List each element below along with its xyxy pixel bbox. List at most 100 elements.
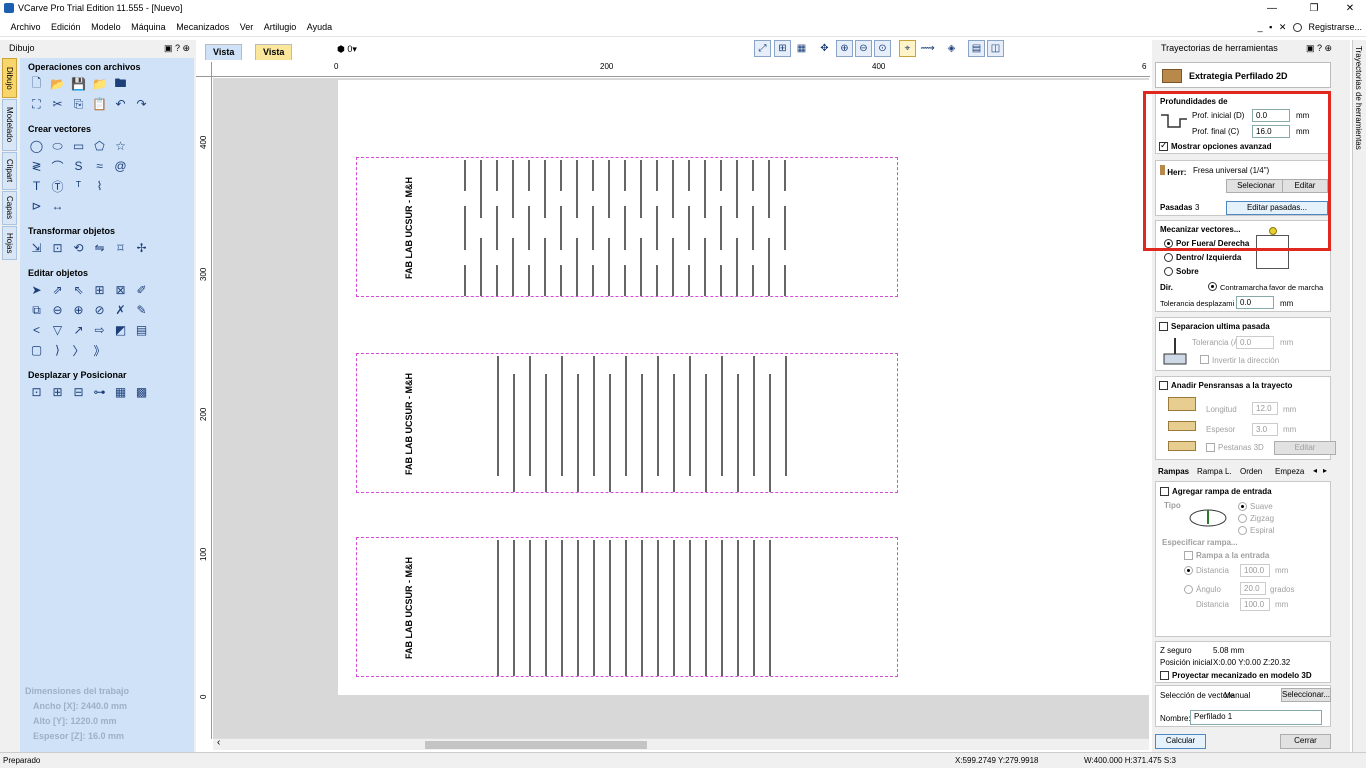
transform-select-icon[interactable]: ⇖ [70,282,87,298]
scrollbar-thumb[interactable] [425,741,647,749]
toolpath-preview-icon[interactable]: ⟿ [919,40,936,57]
copy-along-icon[interactable]: ⊶ [91,384,108,400]
angle-icon[interactable]: < [28,322,45,338]
nest-icon[interactable]: ⊟ [70,384,87,400]
tab-vista-2d[interactable]: Vista 2D [205,44,243,72]
menu-edicion[interactable]: Edición [47,17,85,37]
zoom-out-icon[interactable]: ⊖ [855,40,872,57]
add-tabs-checkbox[interactable] [1159,381,1168,390]
menu-modelo[interactable]: Modelo [87,17,125,37]
toolpaths-side-tab[interactable]: Trayectorias de herramientas [1352,40,1366,752]
triangle-icon[interactable]: ▽ [49,322,66,338]
weld-icon[interactable]: ⧉ [28,302,45,318]
select-vectors-button[interactable]: Seleccionar... [1281,688,1331,702]
minimize-button[interactable]: — [1258,0,1286,17]
redo-icon[interactable]: ↷ [133,96,150,112]
ramp-entry-checkbox[interactable] [1184,551,1193,560]
text-arc-icon[interactable]: ⌇ [91,178,108,194]
drawing-canvas[interactable]: FAB LAB UCSUR - M&H FAB LAB UCSUR - M&H … [213,78,1149,738]
ramp-distance-radio[interactable] [1184,566,1193,575]
ramp-distance2-input[interactable]: 100.0 [1240,598,1270,611]
strip-3[interactable]: FAB LAB UCSUR - M&H [356,537,898,677]
ramp-angle-radio[interactable] [1184,585,1193,594]
ramp-distance-input[interactable]: 100.0 [1240,564,1270,577]
block-copy-icon[interactable]: ▦ [112,384,129,400]
rotate-icon[interactable]: ⟲ [70,240,87,256]
ellipse-icon[interactable]: ⬭ [49,138,66,154]
extend-icon[interactable]: ↗ [70,322,87,338]
grid-icon[interactable]: ▦ [793,40,810,57]
curve-icon[interactable]: S [70,158,87,174]
import-folder-icon[interactable]: 📁 [91,76,108,92]
select-icon[interactable]: ➤ [28,282,45,298]
text-icon[interactable]: T [28,178,45,194]
distort-icon[interactable]: ⌑ [112,240,129,256]
register-link[interactable]: Registrarse... [1308,22,1362,32]
zoom-to-fit-icon[interactable]: ⤢ [754,40,771,57]
grid-array-icon[interactable]: ⊞ [49,384,66,400]
calculate-button[interactable]: Calcular [1155,734,1206,749]
zoom-in-icon[interactable]: ⊕ [836,40,853,57]
mirror-icon[interactable]: ⇋ [91,240,108,256]
text-on-curve-icon[interactable]: ᵀ [70,178,87,194]
brush-icon[interactable]: ✎ [133,302,150,318]
tab-rampa-l[interactable]: Rampa L. [1197,467,1232,476]
array-icon[interactable]: ▩ [133,384,150,400]
smooth-icon[interactable]: ✐ [133,282,150,298]
subtab-scroll-right-icon[interactable]: ▸ [1323,466,1327,475]
center-icon[interactable]: ⊡ [28,384,45,400]
move-icon[interactable]: ⇲ [28,240,45,256]
strip-2[interactable]: FAB LAB UCSUR - M&H [356,353,898,493]
climb-radio[interactable] [1208,282,1217,291]
split-horizontal-icon[interactable]: ▤ [968,40,985,57]
toolpath-name-input[interactable]: Perfilado 1 [1190,710,1322,725]
curl-icon[interactable]: 〉 [70,342,87,358]
on-radio[interactable] [1164,267,1173,276]
pan-icon[interactable]: ✥ [816,40,833,57]
new-file-icon[interactable]: 🗋 [28,76,45,92]
tab-length-input[interactable]: 12.0 [1252,402,1278,415]
tolerance-offset-input[interactable]: 0.0 [1236,296,1274,309]
dimension-icon[interactable]: ⊳ [28,198,45,214]
scroll-left-icon[interactable]: ‹ [217,737,220,748]
split-vertical-icon[interactable]: ◫ [987,40,1004,57]
tab-orden[interactable]: Orden [1240,467,1262,476]
last-pass-checkbox[interactable] [1159,322,1168,331]
subtract-icon[interactable]: ⊖ [49,302,66,318]
interactive-select-icon[interactable]: ⊞ [91,282,108,298]
doc-minimize-button[interactable]: _ [1258,22,1263,32]
align-icon[interactable]: ✢ [133,240,150,256]
strip-1[interactable]: FAB LAB UCSUR - M&H [356,157,898,297]
arrow-icon[interactable]: ⇨ [91,322,108,338]
tab-dibujo[interactable]: Dibujo [2,58,17,98]
add-ramp-checkbox[interactable] [1160,487,1169,496]
edit-tabs-button[interactable]: Editar Pestanas... [1274,441,1336,455]
star-icon[interactable]: ☆ [112,138,129,154]
trim-icon[interactable]: ⊠ [112,282,129,298]
undo-icon[interactable]: ↶ [112,96,129,112]
paste-icon[interactable]: 📋 [91,96,108,112]
last-pass-tolerance-input[interactable]: 0.0 [1236,336,1274,349]
copy-icon[interactable]: ⎘ [70,96,87,112]
scale-icon[interactable]: ⊡ [49,240,66,256]
invert-direction-checkbox[interactable] [1200,355,1209,364]
polygon-icon[interactable]: ⬠ [91,138,108,154]
ramp-smooth-radio[interactable] [1238,502,1247,511]
wave-icon[interactable]: ≈ [91,158,108,174]
polyline-icon[interactable]: ≷ [28,158,45,174]
node-edit-icon[interactable]: ⇗ [49,282,66,298]
subtab-scroll-left-icon[interactable]: ◂ [1313,466,1317,475]
zoom-all-icon[interactable]: ⊙ [874,40,891,57]
ramp-spiral-radio[interactable] [1238,526,1247,535]
snap-icon[interactable]: ⌖ [899,40,916,57]
ramp-angle-input[interactable]: 20.0 [1240,582,1266,595]
tab-vista-3d[interactable]: Vista 3D [255,44,293,72]
job-setup-icon[interactable]: ⛶ [28,96,45,112]
frame-icon[interactable]: ▢ [28,342,45,358]
menu-ayuda[interactable]: Ayuda [303,17,336,37]
ramp-zigzag-radio[interactable] [1238,514,1247,523]
cut-icon[interactable]: ✂ [49,96,66,112]
doc-close-button[interactable]: ✕ [1279,22,1287,32]
project-3d-checkbox[interactable] [1160,671,1169,680]
inside-radio[interactable] [1164,253,1173,262]
